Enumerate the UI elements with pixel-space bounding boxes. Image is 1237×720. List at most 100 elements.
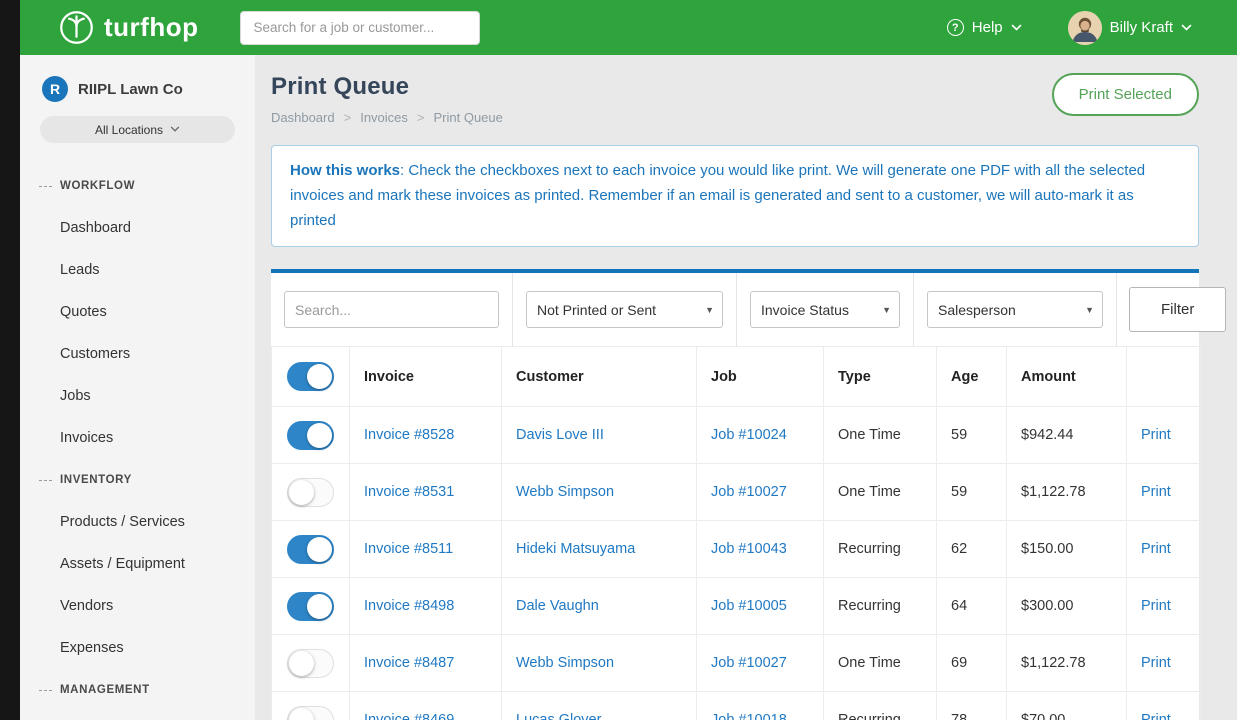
- invoice-link[interactable]: Invoice #8469: [364, 712, 454, 720]
- table-row: Invoice #8498 Dale Vaughn Job #10005 Rec…: [272, 578, 1201, 635]
- info-body: : Check the checkboxes next to each invo…: [290, 162, 1145, 229]
- type-cell: One Time: [824, 407, 937, 464]
- col-header-actions: [1127, 347, 1201, 407]
- invoice-link[interactable]: Invoice #8511: [364, 541, 453, 557]
- job-link[interactable]: Job #10027: [711, 655, 787, 671]
- breadcrumb-separator: >: [344, 110, 352, 125]
- brand-name: turfhop: [104, 12, 198, 43]
- print-link[interactable]: Print: [1141, 541, 1171, 557]
- nav-section-label: MANAGEMENT: [60, 684, 150, 696]
- print-link[interactable]: Print: [1141, 427, 1171, 443]
- age-cell: 64: [937, 578, 1007, 635]
- table-row: Invoice #8511 Hideki Matsuyama Job #1004…: [272, 521, 1201, 578]
- filter-button[interactable]: Filter: [1129, 287, 1226, 332]
- sidebar-item-jobs[interactable]: Jobs: [20, 375, 255, 417]
- sidebar-item-assets-equipment[interactable]: Assets / Equipment: [20, 543, 255, 585]
- customer-link[interactable]: Hideki Matsuyama: [516, 541, 635, 557]
- invoice-table-body: Invoice #8528 Davis Love III Job #10024 …: [272, 407, 1201, 720]
- breadcrumb-dashboard[interactable]: Dashboard: [271, 110, 335, 125]
- print-link[interactable]: Print: [1141, 598, 1171, 614]
- customer-link[interactable]: Webb Simpson: [516, 484, 614, 500]
- print-selected-button[interactable]: Print Selected: [1052, 73, 1199, 116]
- type-cell: One Time: [824, 635, 937, 692]
- left-edge-strip: [0, 0, 20, 720]
- row-select-toggle[interactable]: [287, 592, 334, 621]
- col-header-type: Type: [824, 347, 937, 407]
- sidebar-item-vendors[interactable]: Vendors: [20, 585, 255, 627]
- invoice-status-select[interactable]: Invoice Status: [750, 291, 900, 328]
- job-link[interactable]: Job #10005: [711, 598, 787, 614]
- salesperson-select[interactable]: Salesperson: [927, 291, 1103, 328]
- row-select-toggle[interactable]: [287, 478, 334, 507]
- nav-section: WORKFLOW Dashboard Leads Quotes Customer…: [20, 165, 255, 459]
- sidebar-item-customers[interactable]: Customers: [20, 333, 255, 375]
- table-row: Invoice #8528 Davis Love III Job #10024 …: [272, 407, 1201, 464]
- chevron-down-icon: [170, 126, 180, 133]
- sidebar-item-products-services[interactable]: Products / Services: [20, 501, 255, 543]
- print-link[interactable]: Print: [1141, 712, 1171, 720]
- sidebar-item-quotes[interactable]: Quotes: [20, 291, 255, 333]
- how-this-works-note: How this works: Check the checkboxes nex…: [271, 145, 1199, 247]
- chevron-down-icon: [1011, 24, 1022, 32]
- sidebar-nav: WORKFLOW Dashboard Leads Quotes Customer…: [20, 165, 255, 720]
- nav-section-label: WORKFLOW: [60, 180, 135, 192]
- customer-link[interactable]: Lucas Glover: [516, 712, 601, 720]
- invoice-link[interactable]: Invoice #8487: [364, 655, 454, 671]
- page-title: Print Queue: [271, 73, 503, 101]
- sidebar-item-invoices[interactable]: Invoices: [20, 417, 255, 459]
- help-menu[interactable]: ? Help: [947, 19, 1022, 36]
- help-label: Help: [972, 19, 1003, 36]
- print-link[interactable]: Print: [1141, 655, 1171, 671]
- breadcrumb-separator: >: [417, 110, 425, 125]
- help-icon: ?: [947, 19, 964, 36]
- sidebar: R RIIPL Lawn Co All Locations WORKFLOW D…: [20, 55, 255, 720]
- customer-link[interactable]: Webb Simpson: [516, 655, 614, 671]
- company-badge: R: [42, 76, 68, 102]
- col-header-customer: Customer: [502, 347, 697, 407]
- global-search-input[interactable]: [240, 11, 480, 45]
- job-link[interactable]: Job #10024: [711, 427, 787, 443]
- type-cell: Recurring: [824, 692, 937, 720]
- chevron-down-icon: [1181, 24, 1192, 32]
- amount-cell: $70.00: [1007, 692, 1127, 720]
- customer-link[interactable]: Davis Love III: [516, 427, 604, 443]
- brand-logo[interactable]: turfhop: [58, 9, 198, 46]
- sidebar-item-dashboard[interactable]: Dashboard: [20, 207, 255, 249]
- invoice-link[interactable]: Invoice #8498: [364, 598, 454, 614]
- table-row: Invoice #8469 Lucas Glover Job #10018 Re…: [272, 692, 1201, 720]
- row-select-toggle[interactable]: [287, 649, 334, 678]
- printed-status-select[interactable]: Not Printed or Sent: [526, 291, 723, 328]
- job-link[interactable]: Job #10043: [711, 541, 787, 557]
- locations-dropdown[interactable]: All Locations: [40, 116, 235, 143]
- topbar-right: ? Help Billy Kraft: [947, 11, 1192, 45]
- row-select-toggle[interactable]: [287, 535, 334, 564]
- company-name: RIIPL Lawn Co: [78, 81, 183, 98]
- select-all-toggle[interactable]: [287, 362, 334, 391]
- tree-dash-icon: [39, 186, 52, 187]
- customer-link[interactable]: Dale Vaughn: [516, 598, 599, 614]
- main-content: Print Queue Dashboard > Invoices > Print…: [255, 55, 1237, 720]
- invoice-table: Invoice Customer Job Type Age Amount Inv…: [271, 346, 1201, 720]
- breadcrumb-invoices[interactable]: Invoices: [360, 110, 408, 125]
- age-cell: 59: [937, 464, 1007, 521]
- nav-section: MANAGEMENT: [20, 669, 255, 711]
- user-menu[interactable]: Billy Kraft: [1068, 11, 1192, 45]
- table-search-input[interactable]: [284, 291, 499, 328]
- locations-label: All Locations: [95, 123, 163, 137]
- type-cell: One Time: [824, 464, 937, 521]
- table-row: Invoice #8487 Webb Simpson Job #10027 On…: [272, 635, 1201, 692]
- age-cell: 59: [937, 407, 1007, 464]
- job-link[interactable]: Job #10027: [711, 484, 787, 500]
- invoice-link[interactable]: Invoice #8531: [364, 484, 454, 500]
- row-select-toggle[interactable]: [287, 706, 334, 720]
- amount-cell: $300.00: [1007, 578, 1127, 635]
- row-select-toggle[interactable]: [287, 421, 334, 450]
- invoice-link[interactable]: Invoice #8528: [364, 427, 454, 443]
- sidebar-item-expenses[interactable]: Expenses: [20, 627, 255, 669]
- job-link[interactable]: Job #10018: [711, 712, 787, 720]
- avatar: [1068, 11, 1102, 45]
- amount-cell: $1,122.78: [1007, 464, 1127, 521]
- sidebar-item-leads[interactable]: Leads: [20, 249, 255, 291]
- amount-cell: $942.44: [1007, 407, 1127, 464]
- print-link[interactable]: Print: [1141, 484, 1171, 500]
